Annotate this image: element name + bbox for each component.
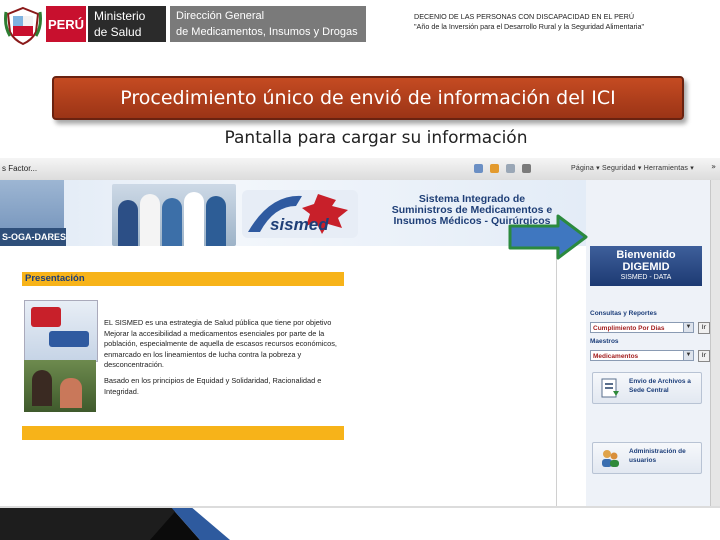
- chevron-down-icon[interactable]: ▼: [683, 351, 693, 360]
- welcome-line2: DIGEMID: [622, 261, 670, 273]
- ministerio-line2: de Salud: [94, 25, 142, 39]
- presentation-paragraph-2: Basado en los principios de Equidad y So…: [104, 376, 322, 396]
- consultas-select[interactable]: Cumplimiento Por Dias ▼: [590, 322, 694, 333]
- peru-coat-of-arms-icon: [4, 6, 42, 46]
- browser-menu-items[interactable]: Página ▾ Seguridad ▾ Herramientas ▾: [571, 164, 694, 172]
- decenio-line1: DECENIO DE LAS PERSONAS CON DISCAPACIDAD…: [414, 12, 635, 21]
- sismed-logo-icon: sismed: [242, 190, 358, 238]
- presentation-paragraph-1: EL SISMED es una estrategia de Salud púb…: [104, 318, 337, 370]
- maestros-select-value: Medicamentos: [593, 353, 639, 360]
- users-icon: [602, 450, 619, 467]
- bottom-decoration: [0, 506, 720, 540]
- chevron-down-icon[interactable]: ▼: [683, 323, 693, 332]
- mail-icon[interactable]: [506, 164, 515, 173]
- user-admin-menu-item[interactable]: Administración de usuarios: [592, 442, 702, 474]
- family-photo: [24, 360, 96, 412]
- user-admin-label: Administración de usuarios: [629, 447, 699, 465]
- footer-yellow-bar: [22, 426, 344, 440]
- consultas-go-button[interactable]: Ir: [698, 322, 710, 334]
- decenio-text: DECENIO DE LAS PERSONAS CON DISCAPACIDAD…: [414, 12, 714, 32]
- decenio-line2: "Año de la Inversión para el Desarrollo …: [414, 22, 645, 31]
- sismed-logo-text: sismed: [270, 215, 329, 234]
- ministerio-label: Ministerio de Salud: [88, 6, 166, 42]
- feed-icon[interactable]: [490, 164, 499, 173]
- direccion-line2: de Medicamentos, Insumos y Drogas: [176, 26, 358, 38]
- browser-screenshot: s Factor... Página ▾ Seguridad ▾ Herrami…: [0, 158, 720, 506]
- print-icon[interactable]: [522, 164, 531, 173]
- sismed-brochure-image: [24, 300, 98, 362]
- send-files-line2: Sede Central: [629, 387, 669, 394]
- peru-label: PERÚ: [46, 6, 86, 42]
- ministerio-line1: Ministerio: [94, 9, 146, 23]
- consultas-select-value: Cumplimiento Por Dias: [593, 325, 665, 332]
- file-upload-icon: [601, 378, 619, 398]
- send-files-menu-item[interactable]: Envio de Archivos a Sede Central: [592, 372, 702, 404]
- welcome-line3: SISMED - DATA: [620, 274, 672, 281]
- toolbar-overflow[interactable]: »: [711, 162, 716, 171]
- maestros-go-button[interactable]: Ir: [698, 350, 710, 362]
- browser-tab-label[interactable]: s Factor...: [2, 164, 37, 173]
- content-divider: [556, 246, 557, 506]
- direccion-line1: Dirección General: [176, 10, 265, 22]
- user-admin-line1: Administración de: [629, 448, 686, 455]
- government-header: PERÚ Ministerio de Salud Dirección Gener…: [0, 0, 720, 52]
- pointer-arrow-icon: [508, 214, 588, 260]
- user-admin-line2: usuarios: [629, 457, 657, 464]
- maestros-label: Maestros: [590, 338, 619, 345]
- send-files-line1: Envio de Archivos a: [629, 378, 691, 385]
- consultas-label: Consultas y Reportes: [590, 310, 657, 317]
- direccion-label: Dirección General de Medicamentos, Insum…: [170, 6, 366, 42]
- slide-title-banner: Procedimiento único de envió de informac…: [52, 76, 684, 120]
- scrollbar[interactable]: [710, 180, 720, 506]
- presentation-heading: Presentación: [22, 272, 344, 286]
- site-code-label: S-OGA-DARES: [0, 228, 66, 246]
- send-files-label: Envio de Archivos a Sede Central: [629, 377, 699, 395]
- home-icon[interactable]: [474, 164, 483, 173]
- welcome-line1: Bienvenido: [616, 249, 676, 261]
- slide-subtitle: Pantalla para cargar su información: [224, 128, 528, 148]
- browser-toolbar: s Factor... Página ▾ Seguridad ▾ Herrami…: [0, 158, 720, 181]
- welcome-box: Bienvenido DIGEMID SISMED - DATA: [590, 246, 702, 286]
- medical-staff-photo: [112, 184, 236, 246]
- maestros-select[interactable]: Medicamentos ▼: [590, 350, 694, 361]
